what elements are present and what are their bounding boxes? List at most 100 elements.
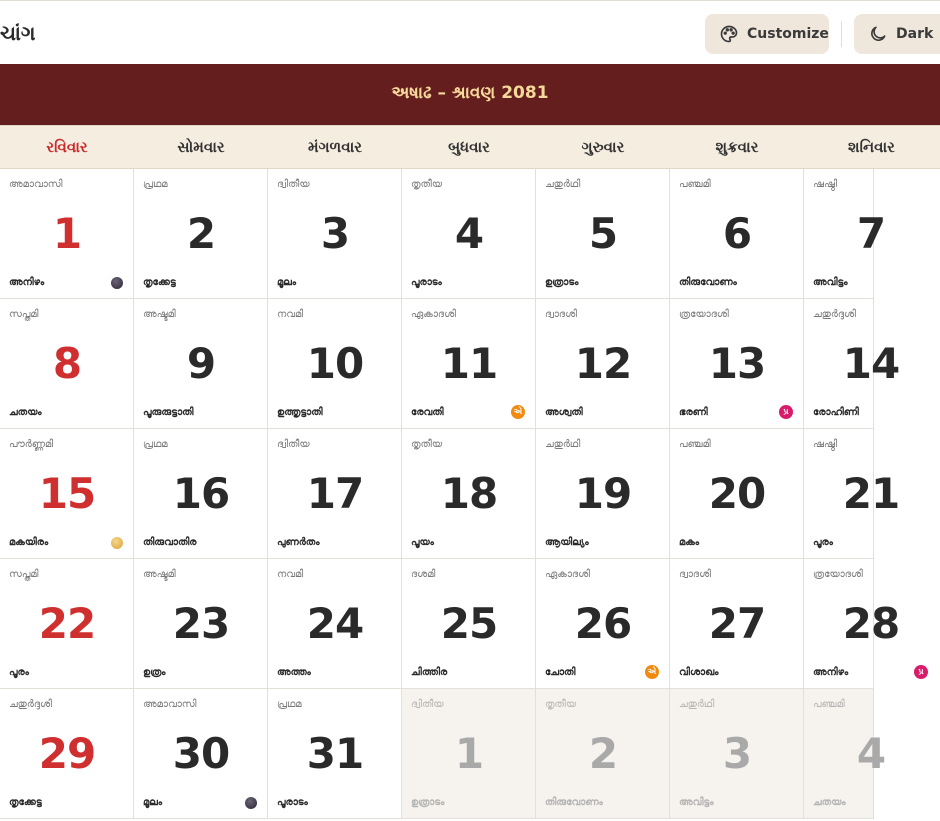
day-number: 30 (172, 729, 230, 778)
day-cell[interactable]: ചതുർഥി 5 ഉത്രാടം (536, 169, 670, 299)
day-number: 16 (172, 469, 230, 518)
day-cell[interactable]: നവമി 10 ഉത്തൃട്ടാതി (268, 299, 402, 429)
nakshatra-label: പൂരുരുട്ടാതി (143, 407, 194, 418)
day-cell[interactable]: ത്രയോദശി 28 അനിഴം પ્ર (804, 559, 928, 689)
nakshatra-label: പൂരം (9, 667, 29, 678)
tithi-label: ഷഷ്ഠി (813, 439, 838, 450)
weekday-tuesday: મંગળવાર (307, 138, 362, 156)
month-banner: અષાઢ – શ્રાવણ 2081 (0, 64, 940, 125)
day-number: 31 (306, 729, 364, 778)
day-cell[interactable]: പഞ്ചമി 6 തിരുവോണം (670, 169, 804, 299)
day-cell[interactable]: ദശമി 25 ചിത്തിര (402, 559, 536, 689)
weekday-saturday: શનિવાર (848, 138, 895, 156)
day-cell[interactable]: ത്രയോദശി 13 ഭരണി પ્ર (670, 299, 804, 429)
tithi-label: പഞ്ചമി (679, 439, 711, 450)
day-cell[interactable]: ദ്വാദശി 27 വിശാഖം (670, 559, 804, 689)
nakshatra-label: അത്തം (277, 667, 311, 678)
nakshatra-label: പൂയം (411, 537, 434, 548)
day-cell[interactable]: തൃതീയ 2 തിരുവോണം (536, 689, 670, 819)
day-number: 10 (306, 339, 364, 388)
day-cell[interactable]: ദ്വിതീയ 3 മൂലം (268, 169, 402, 299)
tithi-label: സപ്തമി (9, 569, 39, 580)
tithi-label: അമാവാസി (143, 699, 197, 710)
day-number: 4 (856, 729, 886, 778)
customize-button[interactable]: Customize (705, 14, 829, 54)
day-number: 11 (440, 339, 498, 388)
weekday-thursday: ગુરુવાર (581, 138, 625, 156)
day-cell[interactable]: പഞ്ചമി 20 മകം (670, 429, 804, 559)
tithi-label: പഞ്ചമി (813, 699, 845, 710)
day-cell[interactable]: ചതുർഥി 19 ആയില്യം (536, 429, 670, 559)
day-cell[interactable]: ചതുർഥി 3 അവിട്ടം (670, 689, 804, 819)
day-number: 1 (52, 209, 82, 258)
day-cell[interactable]: പ്രഥമ 2 തൃക്കേട്ട (134, 169, 268, 299)
day-number: 14 (842, 339, 900, 388)
day-number: 2 (186, 209, 216, 258)
calendar-grid: അമാവാസി 1 അനിഴം പ്രഥമ 2 തൃക്കേട്ട ദ്വിതീയ 3 മൂലം… (0, 169, 940, 819)
day-number: 17 (306, 469, 364, 518)
tithi-label: ചതുർദ്ദശി (813, 309, 856, 320)
ekadashi-badge: એ (645, 665, 659, 679)
day-number: 23 (172, 599, 230, 648)
nakshatra-label: പുണർതം (277, 537, 320, 548)
new-moon-icon (245, 797, 257, 809)
nakshatra-label: ഉത്രാടം (545, 277, 579, 288)
top-bar: ચાંગ Customize Dark (0, 0, 940, 64)
nakshatra-label: മകം (679, 537, 700, 548)
day-number: 26 (574, 599, 632, 648)
nakshatra-label: തൃക്കേട്ട (143, 277, 176, 288)
customize-label: Customize (747, 26, 829, 42)
tithi-label: അമാവാസി (9, 179, 63, 190)
day-cell[interactable]: പ്രഥമ 16 തിരുവാതിര (134, 429, 268, 559)
day-cell[interactable]: പൗർണ്ണമി 15 മകയിരം (0, 429, 134, 559)
nakshatra-label: അനിഴം (9, 277, 45, 288)
day-cell[interactable]: അമാവാസി 30 മൂലം (134, 689, 268, 819)
day-cell[interactable]: നവമി 24 അത്തം (268, 559, 402, 689)
day-cell[interactable]: ചതുർദ്ദശി 29 തൃക്കേട്ട (0, 689, 134, 819)
day-cell[interactable]: അഷ്ടമി 23 ഉത്രം (134, 559, 268, 689)
dark-mode-button[interactable]: Dark (854, 14, 940, 54)
day-cell[interactable]: ഷഷ്ഠി 21 പൂരം (804, 429, 900, 559)
day-cell[interactable]: തൃതീയ 4 പൂരാടം (402, 169, 536, 299)
day-number: 25 (440, 599, 498, 648)
nakshatra-label: തൃക്കേട്ട (9, 797, 42, 808)
tithi-label: നവമി (277, 309, 304, 320)
tithi-label: ചതുർഥി (545, 439, 581, 450)
day-number: 9 (186, 339, 216, 388)
day-cell[interactable]: അഷ്ടമി 9 പൂരുരുട്ടാതി (134, 299, 268, 429)
moon-icon (871, 26, 886, 41)
month-title: અષાઢ – શ્રાવણ 2081 (391, 82, 549, 103)
nakshatra-label: അനിഴം (813, 667, 849, 678)
day-number: 1 (454, 729, 484, 778)
day-cell[interactable]: ഏകാദശി 26 ചോതി એ (536, 559, 670, 689)
day-number: 3 (320, 209, 350, 258)
day-cell[interactable]: സപ്തമി 8 ചതയം (0, 299, 134, 429)
nakshatra-label: തിരുവോണം (545, 797, 603, 808)
day-cell[interactable]: ഷഷ്ഠി 7 അവിട്ടം (804, 169, 886, 299)
nakshatra-label: ചിത്തിര (411, 667, 448, 678)
day-cell[interactable]: ദ്വിതീയ 1 ഉത്രാടം (402, 689, 536, 819)
tithi-label: ഷഷ്ഠി (813, 179, 838, 190)
day-number: 3 (722, 729, 752, 778)
day-cell[interactable]: സപ്തമി 22 പൂരം (0, 559, 134, 689)
day-cell[interactable]: ദ്വിതീയ 17 പുണർതം (268, 429, 402, 559)
day-cell[interactable]: അമാവാസി 1 അനിഴം (0, 169, 134, 299)
dark-label: Dark (896, 26, 934, 42)
day-cell[interactable]: തൃതീയ 18 പൂയം (402, 429, 536, 559)
day-number: 22 (38, 599, 96, 648)
app-title: ચાંગ (0, 21, 36, 45)
day-cell[interactable]: പ്രഥമ 31 പൂരാടം (268, 689, 402, 819)
tithi-label: പഞ്ചമി (679, 179, 711, 190)
day-cell[interactable]: ഏകാദശി 11 രേവതി એ (402, 299, 536, 429)
day-number: 7 (856, 209, 886, 258)
tithi-label: ത്രയോദശി (813, 569, 863, 580)
tithi-label: ദ്വാദശി (679, 569, 711, 580)
day-cell[interactable]: ചതുർദ്ദശി 14 രോഹിണി (804, 299, 900, 429)
tithi-label: ഏകാദശി (411, 309, 456, 320)
tithi-label: ദശമി (411, 569, 436, 580)
nakshatra-label: തിരുവാതിര (143, 537, 197, 548)
day-cell[interactable]: ദ്വാദശി 12 അശ്വതി (536, 299, 670, 429)
divider (841, 21, 842, 47)
weekday-wednesday: બુધવાર (448, 138, 490, 156)
day-cell[interactable]: പഞ്ചമി 4 ചതയം (804, 689, 886, 819)
